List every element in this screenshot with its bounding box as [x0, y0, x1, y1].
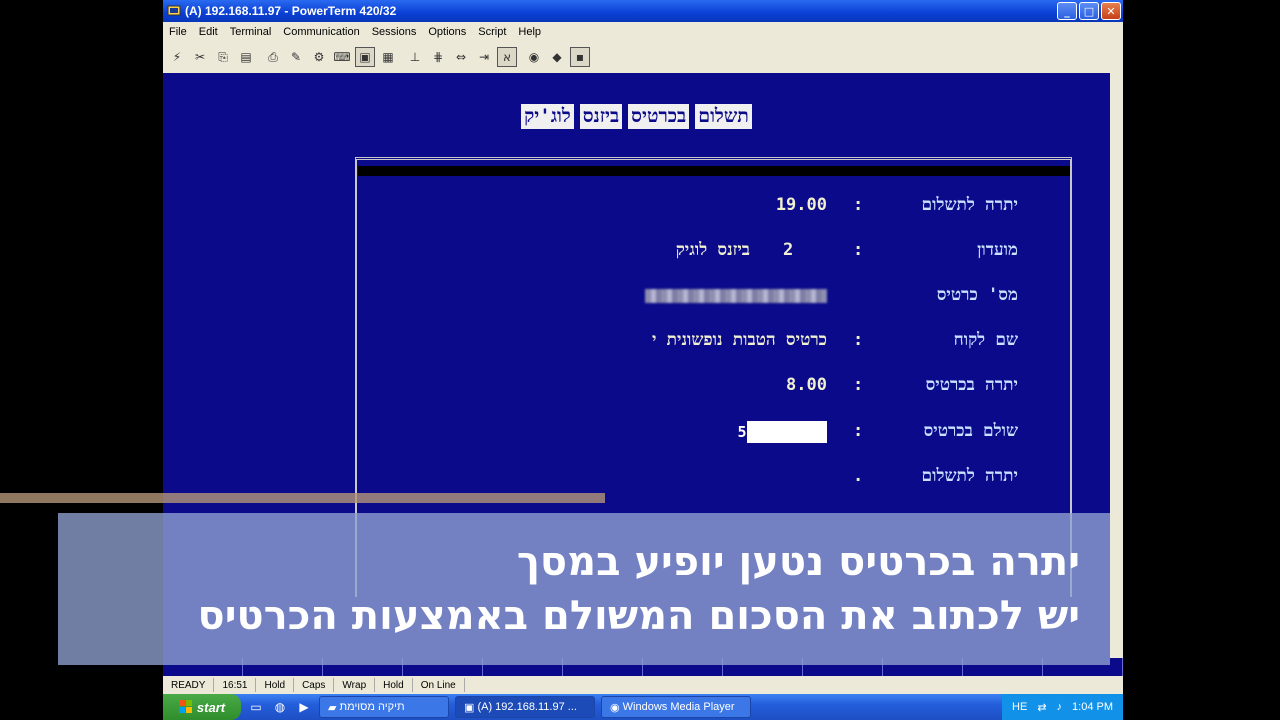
- ruler-icon[interactable]: ⊥: [405, 47, 425, 67]
- menu-options[interactable]: Options: [422, 26, 472, 38]
- system-tray: HE ⇄ ♪ 1:04 PM: [1002, 694, 1123, 720]
- terminal-icon: ▣: [464, 701, 478, 714]
- screen-title-word: ביזנס: [579, 104, 623, 129]
- field-value: כרטיס הטבות נופשונית י: [651, 330, 827, 350]
- screen-title-word: תשלום: [695, 104, 752, 129]
- maximize-button[interactable]: □: [1079, 2, 1099, 20]
- paid-amount-input[interactable]: [737, 421, 827, 443]
- field-label: שם לקוח: [953, 330, 1018, 350]
- redacted-card-number: [645, 289, 827, 303]
- status-hold: Hold: [256, 678, 295, 692]
- settings-icon[interactable]: ⚙: [309, 47, 329, 67]
- club-name: ביזנס לוגיק: [675, 240, 750, 260]
- connect-icon[interactable]: ⚡: [167, 47, 187, 67]
- edit-icon[interactable]: ✎: [286, 47, 306, 67]
- screen-title-word: לוג'יק: [521, 104, 574, 129]
- field-club: מועדון : 2 ביזנס לוגיק: [675, 240, 1018, 260]
- field-label: יתרה לתשלום: [921, 466, 1018, 486]
- disconnect-icon[interactable]: ✂: [190, 47, 210, 67]
- status-ready: READY: [163, 678, 215, 692]
- menu-edit[interactable]: Edit: [193, 26, 224, 38]
- language-icon[interactable]: HE: [1012, 701, 1027, 713]
- caption-overlay: יתרה בכרטיס נטען יופיע במסך יש לכתוב את …: [58, 513, 1110, 665]
- field-label: מס' כרטיס: [936, 285, 1018, 305]
- title-bar[interactable]: (A) 192.168.11.97 - PowerTerm 420/32 _ □…: [163, 0, 1123, 22]
- status-hold2: Hold: [375, 678, 413, 692]
- status-cursor-pos: 16:51: [214, 678, 257, 692]
- keyboard-icon[interactable]: ⌨: [332, 47, 352, 67]
- menu-terminal[interactable]: Terminal: [224, 26, 278, 38]
- caption-line-2: יש לכתוב את הסכום המשולם באמצעות הכרטיס: [197, 593, 1080, 639]
- club-number: 2: [783, 240, 794, 260]
- field-card-balance: יתרה בכרטיס : 8.00: [786, 375, 1018, 395]
- windows-logo-icon: [178, 700, 192, 713]
- menu-help[interactable]: Help: [512, 26, 547, 38]
- screen-title-word: בכרטיס: [628, 104, 690, 129]
- field-remaining-due: יתרה לתשלום .: [163, 466, 1110, 490]
- field-paid-by-card: שולם בכרטיס : 5: [737, 421, 1018, 443]
- vertical-scrollbar[interactable]: [1110, 73, 1123, 658]
- help-icon[interactable]: ▪: [570, 47, 590, 67]
- video-stripe: [0, 493, 605, 503]
- status-bar: READY 16:51 Hold Caps Wrap Hold On Line: [163, 676, 1123, 694]
- volume-icon[interactable]: ♪: [1057, 701, 1063, 713]
- window-icon[interactable]: ▦: [378, 47, 398, 67]
- menu-sessions[interactable]: Sessions: [366, 26, 423, 38]
- status-online: On Line: [413, 678, 465, 692]
- text-cursor[interactable]: 5: [737, 421, 747, 443]
- start-button[interactable]: start: [163, 694, 241, 720]
- quicklaunch-browser-icon[interactable]: ◍: [271, 698, 289, 716]
- menu-script[interactable]: Script: [472, 26, 512, 38]
- hebrew-icon[interactable]: א: [497, 47, 517, 67]
- print-icon[interactable]: ▤: [236, 47, 256, 67]
- menu-bar: File Edit Terminal Communication Session…: [163, 22, 1123, 41]
- task-media-player[interactable]: ◉ Windows Media Player: [601, 696, 751, 718]
- direction-icon[interactable]: ⇥: [474, 47, 494, 67]
- arrows-icon[interactable]: ⇔: [451, 47, 471, 67]
- app-icon: [167, 4, 181, 18]
- field-label: מועדון: [977, 240, 1018, 260]
- screen-icon[interactable]: ▣: [355, 47, 375, 67]
- field-label: יתרה לתשלום: [921, 195, 1018, 215]
- macro-icon[interactable]: ◆: [547, 47, 567, 67]
- close-button[interactable]: ✕: [1101, 2, 1121, 20]
- toolbar: ⚡ ✂ ⎘ ▤ ⎙ ✎ ⚙ ⌨ ▣ ▦ ⊥ ⋕ ⇔ ⇥ א ◉ ◆ ▪: [163, 41, 1123, 73]
- field-label: יתרה בכרטיס: [925, 375, 1018, 395]
- task-powerterm[interactable]: ▣ (A) 192.168.11.97 ...: [455, 696, 595, 718]
- menu-file[interactable]: File: [163, 26, 193, 38]
- grid-icon[interactable]: ⋕: [428, 47, 448, 67]
- task-folder[interactable]: ▰ תיקיה מסוימת: [319, 696, 449, 718]
- network-icon[interactable]: ⇄: [1037, 701, 1046, 714]
- quicklaunch-desktop-icon[interactable]: ▭: [247, 698, 265, 716]
- field-card-number: מס' כרטיס: [163, 285, 1110, 309]
- clock[interactable]: 1:04 PM: [1072, 701, 1113, 713]
- taskbar: start ▭ ◍ ▶ ▰ תיקיה מסוימת ▣ (A) 192.168…: [163, 694, 1123, 720]
- field-value: 19.00: [775, 195, 827, 215]
- printer-icon[interactable]: ⎙: [263, 47, 283, 67]
- menu-communication[interactable]: Communication: [277, 26, 365, 38]
- quicklaunch-media-icon[interactable]: ▶: [295, 698, 313, 716]
- color-icon[interactable]: ◉: [524, 47, 544, 67]
- field-customer-name: שם לקוח : כרטיס הטבות נופשונית י: [651, 330, 1018, 350]
- status-wrap: Wrap: [334, 678, 376, 692]
- field-label: שולם בכרטיס: [923, 421, 1018, 441]
- minimize-button[interactable]: _: [1057, 2, 1077, 20]
- field-value: 8.00: [786, 375, 827, 395]
- window-title: (A) 192.168.11.97 - PowerTerm 420/32: [185, 4, 397, 18]
- field-balance-due: יתרה לתשלום : 19.00: [775, 195, 1018, 215]
- caption-line-1: יתרה בכרטיס נטען יופיע במסך: [516, 539, 1080, 585]
- copy-icon[interactable]: ⎘: [213, 47, 233, 67]
- status-caps: Caps: [294, 678, 335, 692]
- media-player-icon: ◉: [610, 701, 623, 714]
- screen-title: תשלום בכרטיס ביזנס לוג'יק: [163, 104, 1110, 129]
- folder-icon: ▰: [328, 701, 340, 714]
